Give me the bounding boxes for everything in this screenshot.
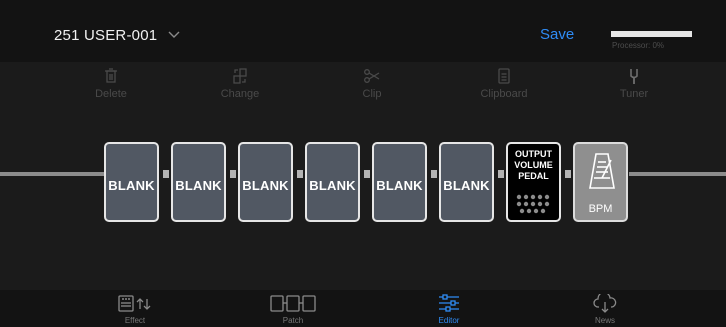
- effect-block-6[interactable]: BLANK: [439, 142, 494, 222]
- volume-pedal-line3: PEDAL: [518, 171, 549, 181]
- clipboard-label: Clipboard: [480, 88, 528, 100]
- clipboard-button[interactable]: Clipboard: [444, 62, 564, 100]
- volume-pedal-line1: OUTPUT: [515, 149, 552, 159]
- trash-icon: [105, 68, 117, 83]
- effect-block-2[interactable]: BLANK: [171, 142, 226, 222]
- nav-effect[interactable]: Effect: [90, 290, 180, 325]
- block-label: BLANK: [309, 178, 356, 193]
- edit-toolbar: Delete Change Clip Clipboard Tuner: [0, 62, 726, 120]
- change-button[interactable]: Change: [180, 62, 300, 100]
- connector: [163, 170, 169, 178]
- processor-meter: [611, 31, 692, 37]
- chevron-down-icon[interactable]: [168, 30, 180, 39]
- nav-effect-label: Effect: [124, 316, 146, 325]
- patch-name[interactable]: 251 USER-001: [54, 27, 157, 44]
- block-label: BLANK: [108, 178, 155, 193]
- processor-label: Processor: 0%: [612, 41, 665, 50]
- clip-label: Clip: [362, 88, 382, 100]
- delete-label: Delete: [95, 88, 127, 100]
- output-volume-pedal-block[interactable]: OUTPUT VOLUME PEDAL: [506, 142, 561, 222]
- nav-patch-label: Patch: [282, 316, 304, 325]
- nav-editor-label: Editor: [438, 316, 460, 325]
- signal-chain: BLANK BLANK BLANK BLANK BLANK BLANK OUTP…: [0, 120, 726, 290]
- scissors-icon: [364, 69, 380, 83]
- delete-button[interactable]: Delete: [51, 62, 171, 100]
- save-button[interactable]: Save: [540, 26, 574, 43]
- tuner-label: Tuner: [619, 88, 649, 100]
- nav-news[interactable]: News: [560, 290, 650, 325]
- effect-block-5[interactable]: BLANK: [372, 142, 427, 222]
- nav-news-label: News: [594, 316, 615, 325]
- pedal-tread-icon: [516, 194, 550, 214]
- block-label: BLANK: [175, 178, 222, 193]
- connector: [498, 170, 504, 178]
- effect-icon: [118, 295, 151, 312]
- bpm-label: BPM: [588, 203, 613, 215]
- swap-icon: [233, 68, 247, 84]
- connector: [565, 170, 571, 178]
- connector: [297, 170, 303, 178]
- block-label: BLANK: [242, 178, 289, 193]
- patch-icon: [270, 295, 316, 312]
- bpm-block[interactable]: BPM: [573, 142, 628, 222]
- nav-editor[interactable]: Editor: [404, 290, 494, 325]
- volume-pedal-line2: VOLUME: [514, 160, 553, 170]
- metronome-icon: [589, 153, 615, 189]
- bottom-nav: Effect Patch Editor News: [0, 290, 726, 327]
- volume-pedal-title: OUTPUT VOLUME PEDAL: [508, 149, 559, 182]
- effect-block-4[interactable]: BLANK: [305, 142, 360, 222]
- effect-block-3[interactable]: BLANK: [238, 142, 293, 222]
- tuning-fork-icon: [630, 69, 638, 84]
- sliders-icon: [439, 294, 459, 312]
- header-bar: 251 USER-001 Save Processor: 0%: [0, 0, 726, 62]
- cloud-download-icon: [593, 294, 617, 313]
- nav-patch[interactable]: Patch: [248, 290, 338, 325]
- connector: [230, 170, 236, 178]
- clipboard-icon: [498, 68, 510, 84]
- block-label: BLANK: [443, 178, 490, 193]
- output-cable: [629, 172, 726, 176]
- clip-button[interactable]: Clip: [312, 62, 432, 100]
- change-label: Change: [220, 88, 260, 100]
- connector: [431, 170, 437, 178]
- connector: [364, 170, 370, 178]
- input-cable: [0, 172, 104, 176]
- effect-block-1[interactable]: BLANK: [104, 142, 159, 222]
- tuner-button[interactable]: Tuner: [574, 62, 694, 100]
- block-label: BLANK: [376, 178, 423, 193]
